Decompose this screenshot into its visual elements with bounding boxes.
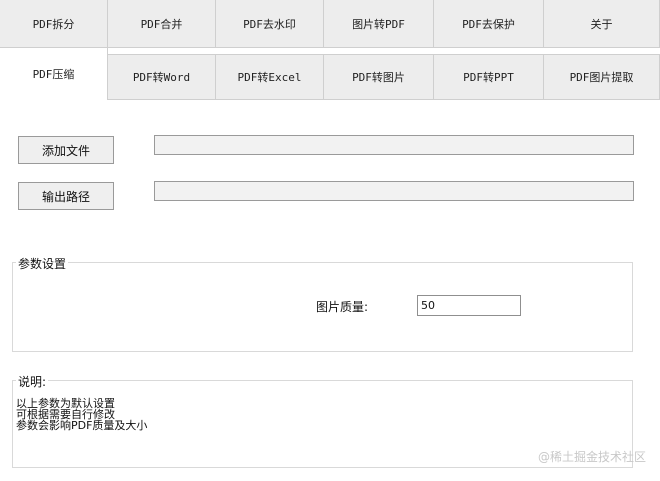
- output-path-field[interactable]: [154, 181, 634, 201]
- tab-label: 图片转PDF: [352, 17, 405, 31]
- image-quality-input[interactable]: 50: [417, 295, 521, 316]
- description-group-title: 说明:: [16, 373, 49, 390]
- button-label: 添加文件: [41, 143, 90, 158]
- tab-pdf-compress[interactable]: PDF压缩: [0, 48, 108, 100]
- file-path-field[interactable]: [154, 135, 634, 155]
- tab-label: PDF压缩: [32, 68, 75, 81]
- description-text: 以上参数为默认设置 可根据需要自行修改 参数会影响PDF质量及大小: [16, 398, 147, 431]
- tab-bar-row-2: PDF压缩 PDF转Word PDF转Excel PDF转图片 PDF转PPT …: [0, 48, 660, 100]
- tab-label: PDF合并: [140, 17, 183, 31]
- tab-label: PDF转PPT: [463, 71, 514, 84]
- tab-image-to-pdf[interactable]: 图片转PDF: [324, 0, 434, 48]
- description-line: 参数会影响PDF质量及大小: [16, 419, 148, 432]
- tab-pdf-remove-watermark[interactable]: PDF去水印: [216, 0, 324, 48]
- tab-label: PDF转图片: [352, 71, 405, 84]
- tab-pdf-merge[interactable]: PDF合并: [108, 0, 216, 48]
- tab-label: PDF转Excel: [237, 71, 302, 84]
- tab-pdf-image-extract[interactable]: PDF图片提取: [544, 54, 660, 100]
- tab-label: PDF图片提取: [569, 71, 634, 84]
- tab-about[interactable]: 关于: [544, 0, 660, 48]
- tab-pdf-to-word[interactable]: PDF转Word: [108, 54, 216, 100]
- add-file-button[interactable]: 添加文件: [18, 136, 114, 164]
- button-label: 输出路径: [41, 189, 90, 204]
- params-group-title: 参数设置: [16, 255, 69, 272]
- tab-pdf-split[interactable]: PDF拆分: [0, 0, 108, 48]
- tab-pdf-to-excel[interactable]: PDF转Excel: [216, 54, 324, 100]
- tab-pdf-remove-protection[interactable]: PDF去保护: [434, 0, 544, 48]
- tab-pdf-to-image[interactable]: PDF转图片: [324, 54, 434, 100]
- output-path-button[interactable]: 输出路径: [18, 182, 114, 210]
- image-quality-label: 图片质量:: [316, 300, 369, 314]
- watermark-text: @稀土掘金技术社区: [537, 450, 646, 464]
- tab-pdf-to-ppt[interactable]: PDF转PPT: [434, 54, 544, 100]
- tab-bar-row-1: PDF拆分 PDF合并 PDF去水印 图片转PDF PDF去保护 关于: [0, 0, 660, 48]
- tab-label: PDF去保护: [462, 17, 515, 31]
- tab-label: 关于: [590, 17, 613, 31]
- tab-label: PDF拆分: [32, 17, 75, 31]
- tab-label: PDF转Word: [132, 71, 191, 84]
- tab-label: PDF去水印: [243, 17, 296, 31]
